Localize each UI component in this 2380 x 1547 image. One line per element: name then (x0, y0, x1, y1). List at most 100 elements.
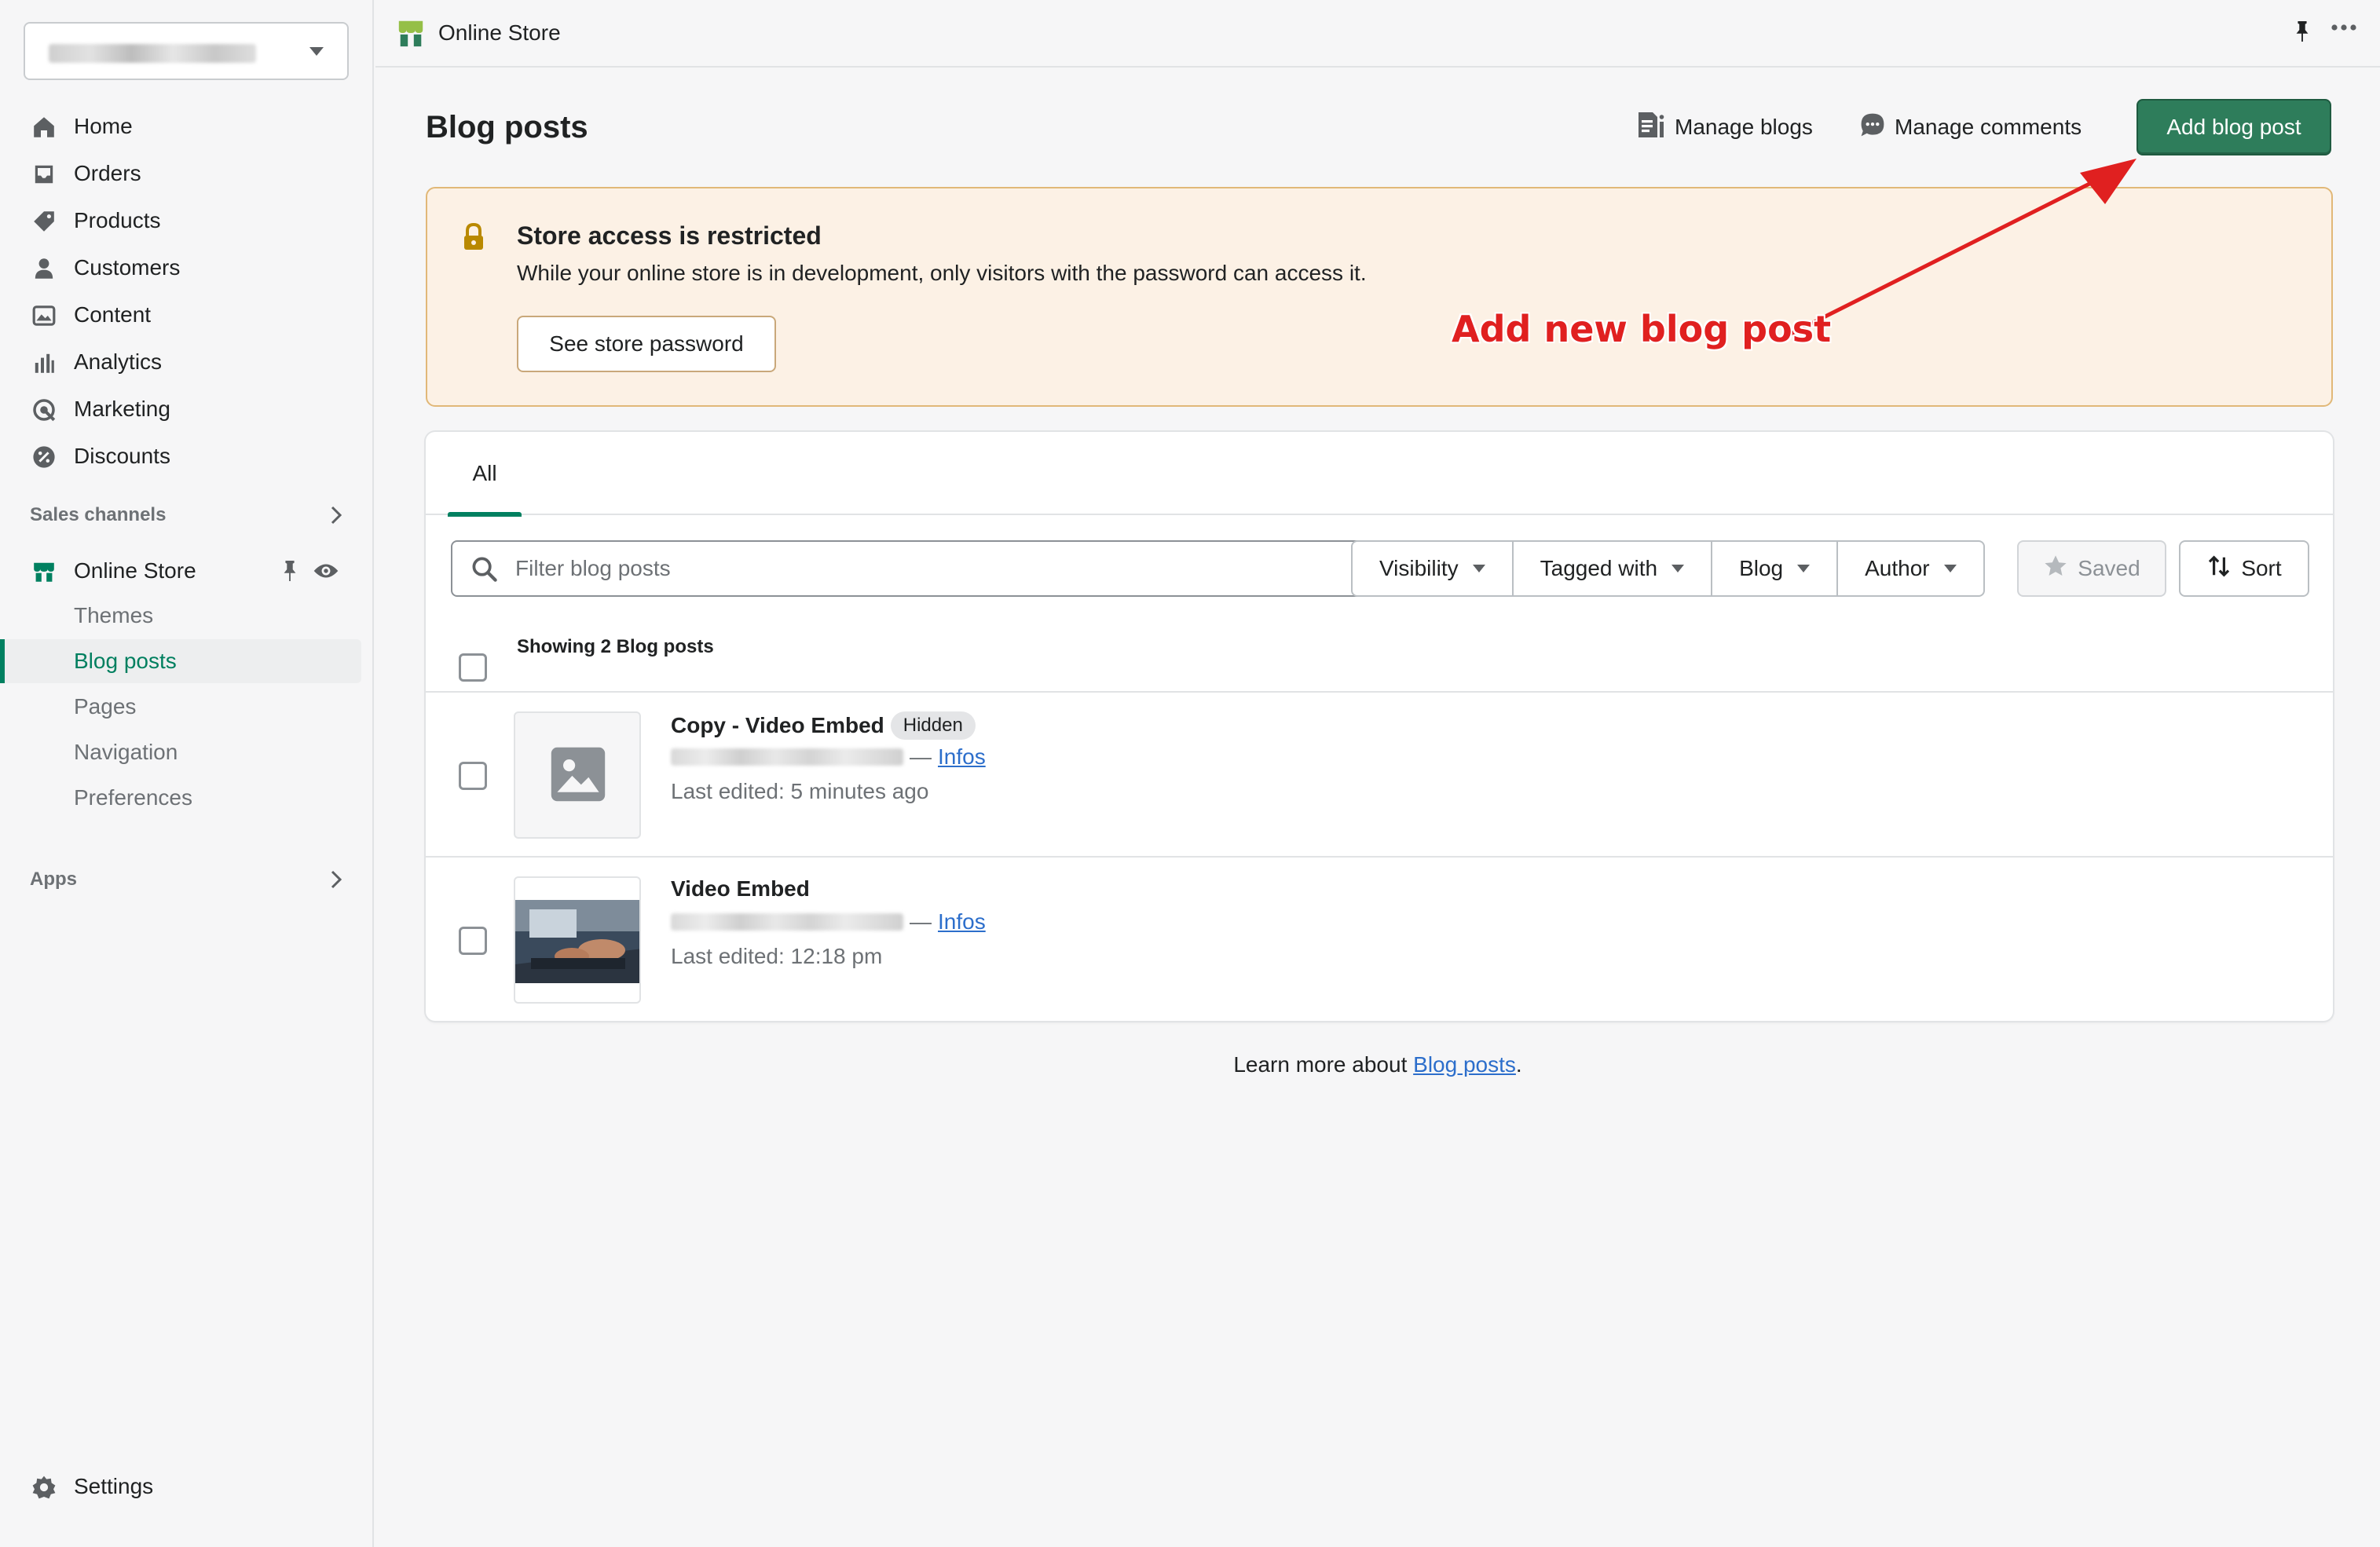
sidebar-item-preferences[interactable]: Preferences (0, 776, 361, 820)
sidebar-item-orders[interactable]: Orders (0, 151, 361, 196)
comment-icon (1858, 111, 1887, 144)
more-horizontal-icon[interactable] (2330, 22, 2358, 36)
blog-link[interactable]: Infos (938, 744, 986, 770)
sidebar-item-label: Customers (74, 255, 181, 280)
store-selector[interactable] (24, 22, 349, 80)
filter-blog-button[interactable]: Blog (1711, 540, 1839, 597)
status-badge: Hidden (890, 711, 976, 740)
tab-all[interactable]: All (445, 432, 525, 517)
sidebar-item-label: Products (74, 208, 161, 232)
select-all-checkbox[interactable] (459, 653, 487, 682)
caret-down-icon (1472, 565, 1485, 572)
annotation-label: Add new blog post (1452, 308, 1832, 350)
sidebar-item-label: Orders (74, 161, 141, 185)
row-checkbox[interactable] (459, 762, 487, 790)
saved-label: Saved (2078, 556, 2140, 580)
chevron-right-icon (327, 506, 344, 528)
sidebar-item-label: Preferences (74, 785, 192, 810)
sidebar-item-customers[interactable]: Customers (0, 245, 361, 291)
filter-tagged-with-button[interactable]: Tagged with (1511, 540, 1713, 597)
content-icon (31, 303, 57, 328)
last-edited: Last edited: 5 minutes ago (671, 779, 929, 803)
caret-down-icon (1797, 565, 1811, 572)
sidebar-item-products[interactable]: Products (0, 198, 361, 243)
manage-comments-label: Manage comments (1895, 115, 2082, 139)
blog-posts-help-link[interactable]: Blog posts (1413, 1052, 1516, 1077)
sidebar-item-navigation[interactable]: Navigation (0, 730, 361, 774)
sidebar-item-settings[interactable]: Settings (0, 1464, 361, 1509)
post-title-text[interactable]: Video Embed (671, 876, 810, 901)
saved-button[interactable]: Saved (2017, 540, 2166, 597)
sidebar-item-label: Navigation (74, 740, 178, 764)
learn-more-prefix: Learn more about (1233, 1052, 1408, 1077)
add-blog-post-button[interactable]: Add blog post (2137, 99, 2331, 155)
post-thumbnail-photo (514, 876, 641, 1004)
lock-icon (462, 222, 485, 255)
search-icon (471, 556, 498, 583)
author-redacted (671, 748, 903, 766)
see-store-password-button[interactable]: See store password (517, 316, 776, 372)
blog-link[interactable]: Infos (938, 909, 986, 934)
filter-search[interactable] (451, 540, 1371, 597)
sidebar-item-home[interactable]: Home (0, 104, 361, 149)
sidebar-item-blog-posts[interactable]: Blog posts (0, 639, 361, 683)
pin-icon[interactable] (2292, 19, 2312, 48)
table-row[interactable]: Video Embed — Infos Last edited: 12:18 p… (426, 856, 2333, 1021)
sidebar-item-label: Discounts (74, 444, 170, 468)
sidebar-item-label: Content (74, 302, 152, 327)
person-icon (31, 256, 57, 281)
laptop-photo-icon (515, 900, 639, 983)
blog-posts-card: All Visibility Tagged with Blog Author S… (426, 432, 2333, 1021)
pin-icon[interactable] (280, 559, 300, 587)
last-edited: Last edited: 12:18 pm (671, 944, 883, 968)
search-input[interactable] (515, 553, 1348, 584)
sidebar-item-marketing[interactable]: Marketing (0, 386, 361, 432)
store-icon (31, 559, 57, 584)
manage-comments-button[interactable]: Manage comments (1858, 110, 2082, 144)
dropdown-caret-icon (309, 47, 324, 56)
sales-channels-header[interactable]: Sales channels (30, 499, 344, 531)
post-title-text[interactable]: Copy - Video Embed (671, 713, 884, 737)
target-icon (31, 397, 57, 422)
manage-blogs-button[interactable]: Manage blogs (1635, 110, 1813, 144)
post-title: Copy - Video Embed Hidden (671, 711, 976, 740)
home-icon (31, 115, 57, 140)
tab-bar: All (426, 432, 2333, 517)
image-placeholder-icon (548, 744, 608, 808)
sidebar-item-label: Blog posts (74, 649, 177, 673)
row-checkbox[interactable] (459, 927, 487, 955)
sidebar-item-label: Home (74, 114, 133, 138)
showing-count: Showing 2 Blog posts (517, 636, 714, 657)
orders-icon (31, 162, 57, 187)
filter-label: Author (1865, 556, 1930, 580)
sales-channels-label: Sales channels (30, 504, 167, 525)
app-title: Online Store (438, 20, 561, 45)
top-bar: Online Store (375, 0, 2380, 68)
sidebar-item-label: Online Store (74, 558, 196, 583)
sidebar-item-analytics[interactable]: Analytics (0, 339, 361, 385)
sidebar-item-pages[interactable]: Pages (0, 685, 361, 729)
apps-header[interactable]: Apps (30, 864, 344, 895)
sort-button[interactable]: Sort (2179, 540, 2309, 597)
sidebar-item-content[interactable]: Content (0, 292, 361, 338)
bar-chart-icon (31, 350, 57, 375)
sidebar-item-label: Themes (74, 603, 154, 627)
eye-icon[interactable] (313, 561, 339, 585)
filter-author-button[interactable]: Author (1836, 540, 1985, 597)
filter-label: Tagged with (1540, 556, 1658, 580)
learn-more-suffix: . (1515, 1052, 1522, 1077)
annotation-arrow (1788, 159, 2137, 337)
meta-separator: — (910, 744, 932, 769)
sidebar-item-label: Analytics (74, 349, 163, 374)
sidebar-item-online-store[interactable]: Online Store (0, 548, 361, 594)
table-row[interactable]: Copy - Video Embed Hidden — Infos Last ed… (426, 691, 2333, 856)
filter-visibility-button[interactable]: Visibility (1351, 540, 1514, 597)
tag-icon (31, 209, 57, 234)
filter-group: Visibility Tagged with Blog Author (1351, 540, 1985, 597)
store-name-redacted (49, 44, 256, 63)
sidebar-item-label: Marketing (74, 397, 170, 421)
sort-arrows-icon (2206, 554, 2232, 584)
sidebar-item-themes[interactable]: Themes (0, 594, 361, 638)
sidebar-item-discounts[interactable]: Discounts (0, 433, 361, 479)
sidebar: Home Orders Products Customers Content A… (0, 0, 374, 1547)
